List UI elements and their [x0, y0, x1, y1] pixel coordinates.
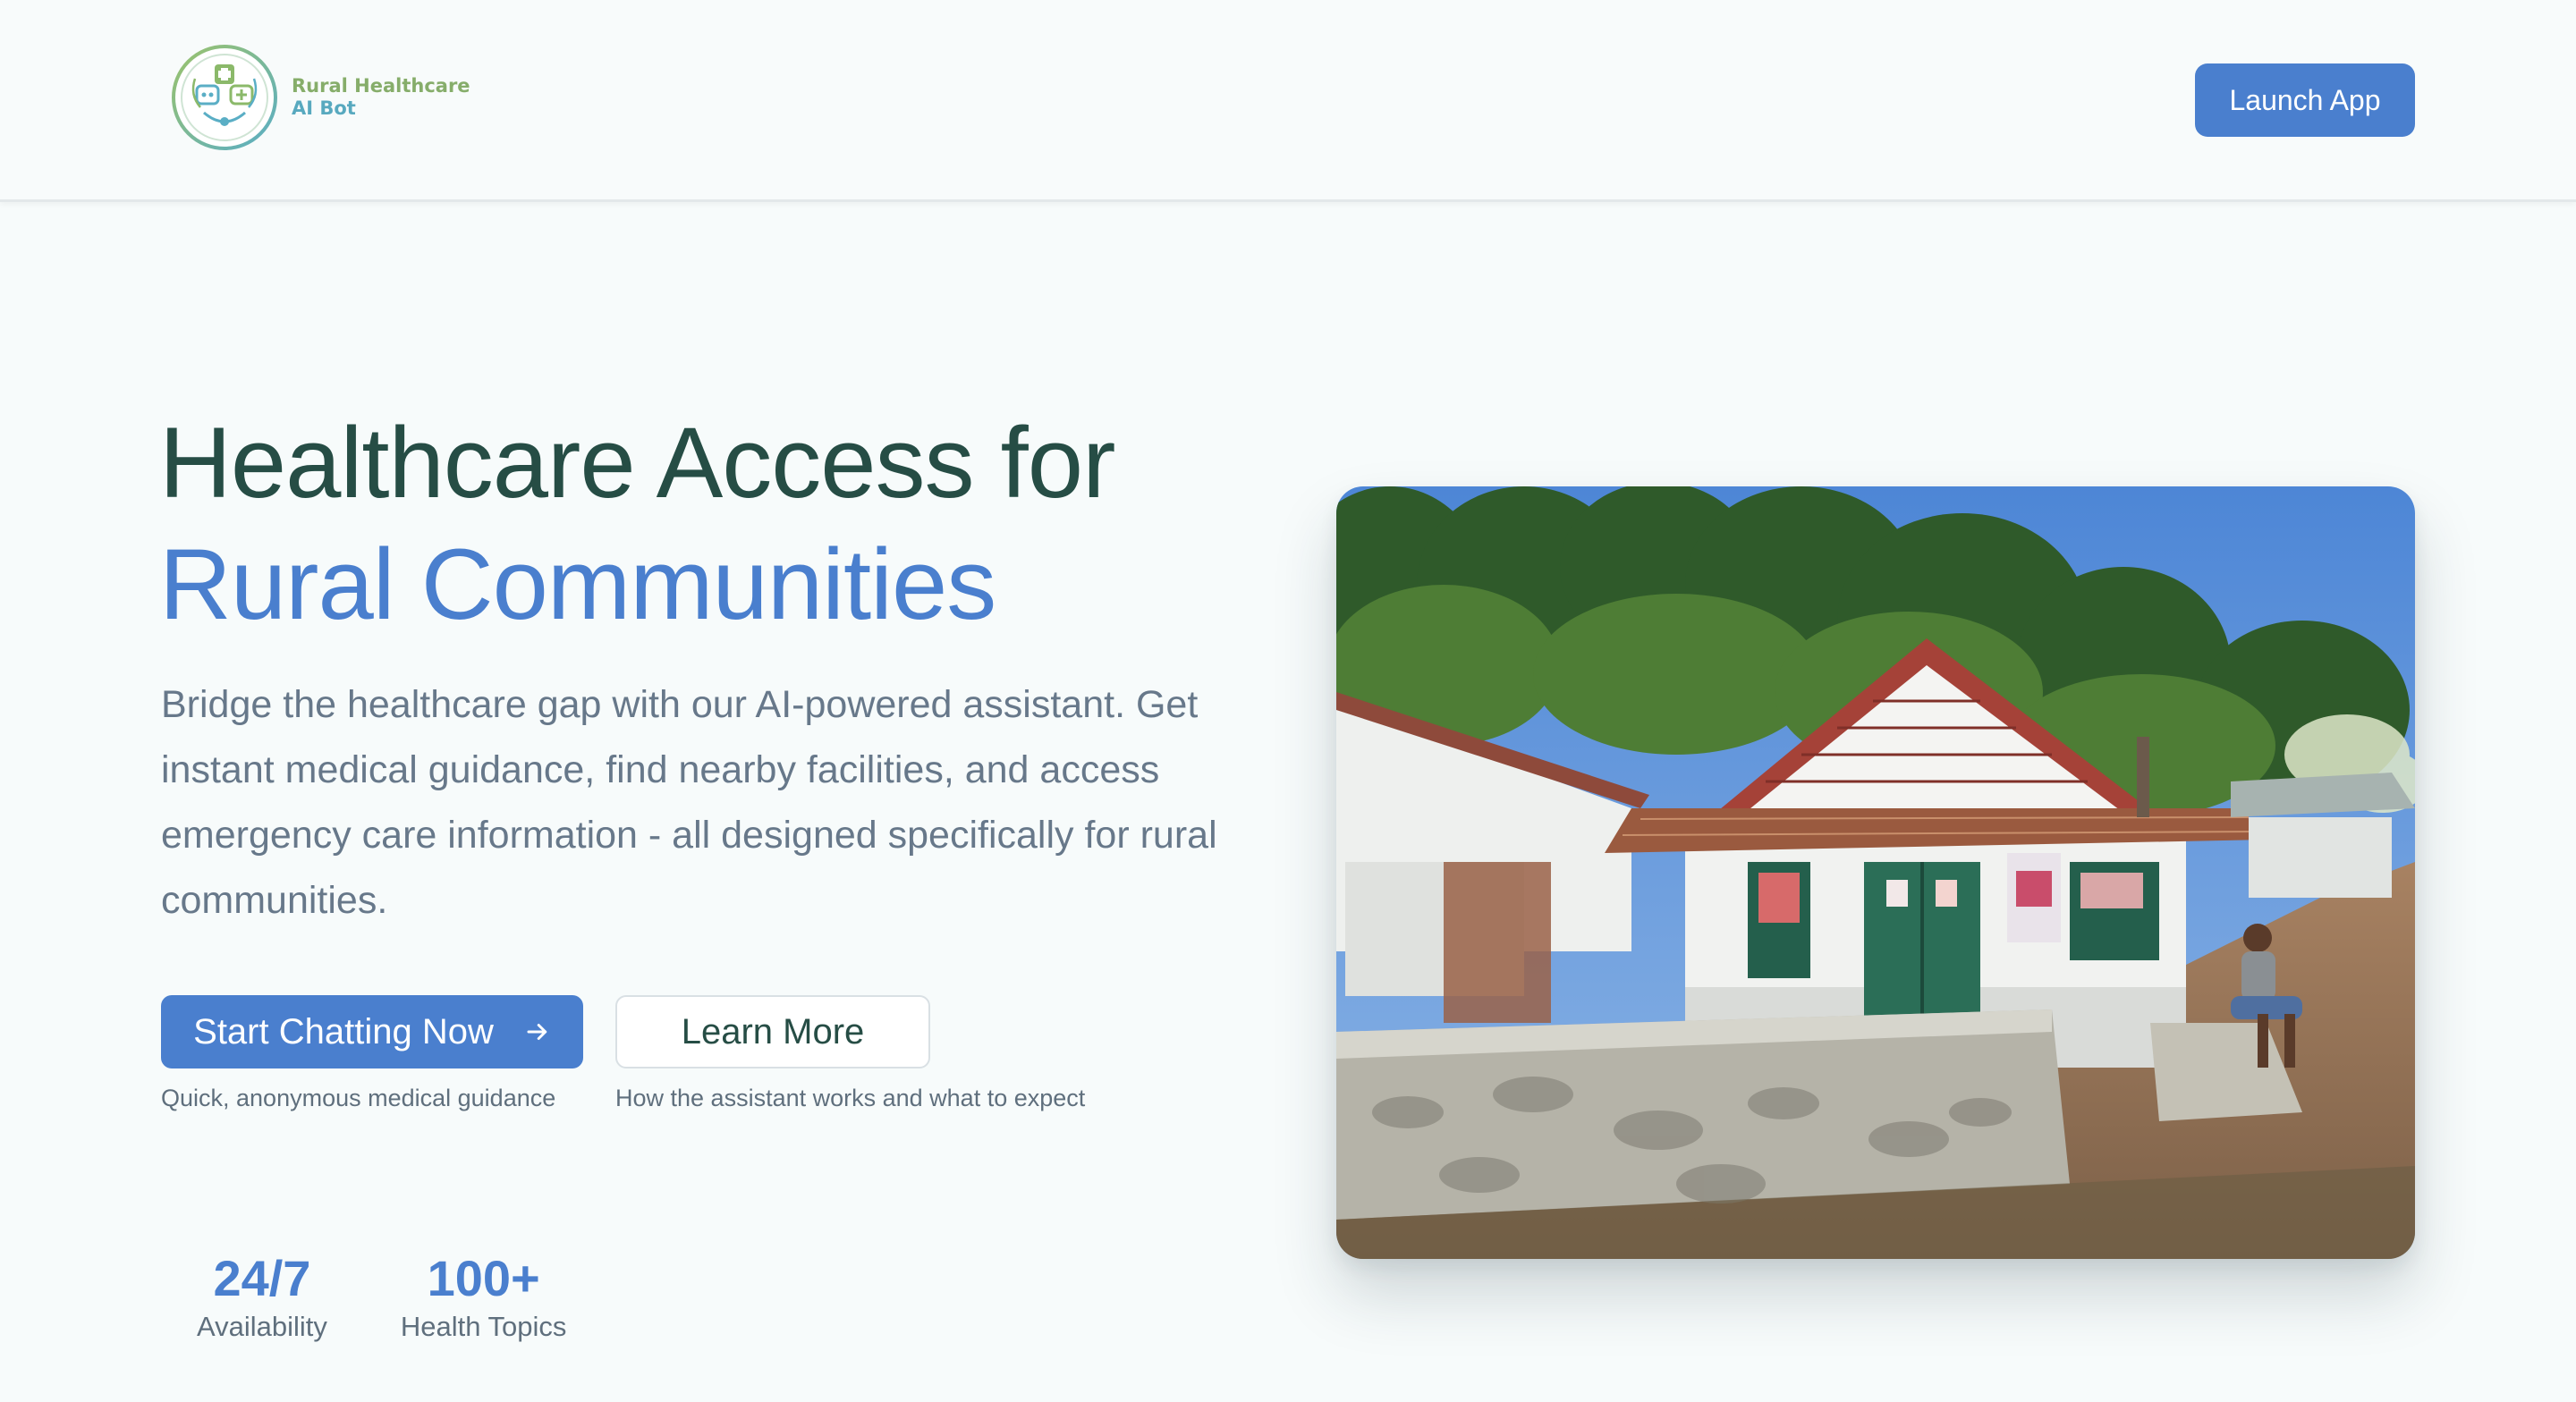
cta-row: Start Chatting Now Quick, anonymous medi… — [161, 995, 1085, 1112]
hero-photo-rural-clinic — [1336, 486, 2415, 1259]
site-header: Rural Healthcare AI Bot Launch App — [0, 0, 2576, 202]
logo[interactable]: Rural Healthcare AI Bot — [170, 43, 470, 152]
stat-label: Availability — [197, 1311, 327, 1342]
secondary-cta-group: Learn More How the assistant works and w… — [615, 995, 1085, 1112]
logo-line-1: Rural Healthcare — [292, 75, 470, 97]
hero-title: Healthcare Access for Rural Communities — [159, 402, 1115, 646]
start-chatting-button[interactable]: Start Chatting Now — [161, 995, 583, 1068]
launch-app-button[interactable]: Launch App — [2195, 63, 2415, 137]
stats-row: 24/7 Availability 100+ Health Topics — [197, 1248, 566, 1343]
hero-title-line-1: Healthcare Access for — [159, 407, 1115, 519]
stat-availability: 24/7 Availability — [197, 1248, 327, 1343]
logo-emblem-icon — [172, 45, 277, 150]
stat-value: 100+ — [427, 1250, 540, 1306]
primary-cta-group: Start Chatting Now Quick, anonymous medi… — [161, 995, 583, 1112]
stat-value: 24/7 — [213, 1250, 311, 1306]
hero-description: Bridge the healthcare gap with our AI-po… — [161, 683, 1217, 922]
stat-health-topics: 100+ Health Topics — [401, 1248, 567, 1343]
start-chatting-caption: Quick, anonymous medical guidance — [161, 1085, 556, 1111]
logo-line-2: AI Bot — [292, 97, 356, 119]
stat-label: Health Topics — [400, 1311, 567, 1342]
arrow-right-icon — [527, 1024, 547, 1040]
learn-more-caption: How the assistant works and what to expe… — [615, 1085, 1086, 1111]
logo-wordmark: Rural Healthcare AI Bot — [292, 75, 470, 120]
start-chatting-label: Start Chatting Now — [193, 1011, 494, 1052]
hero-title-line-2: Rural Communities — [159, 528, 996, 640]
rural-clinic-illustration — [1336, 486, 2415, 1259]
learn-more-button[interactable]: Learn More — [615, 995, 930, 1068]
